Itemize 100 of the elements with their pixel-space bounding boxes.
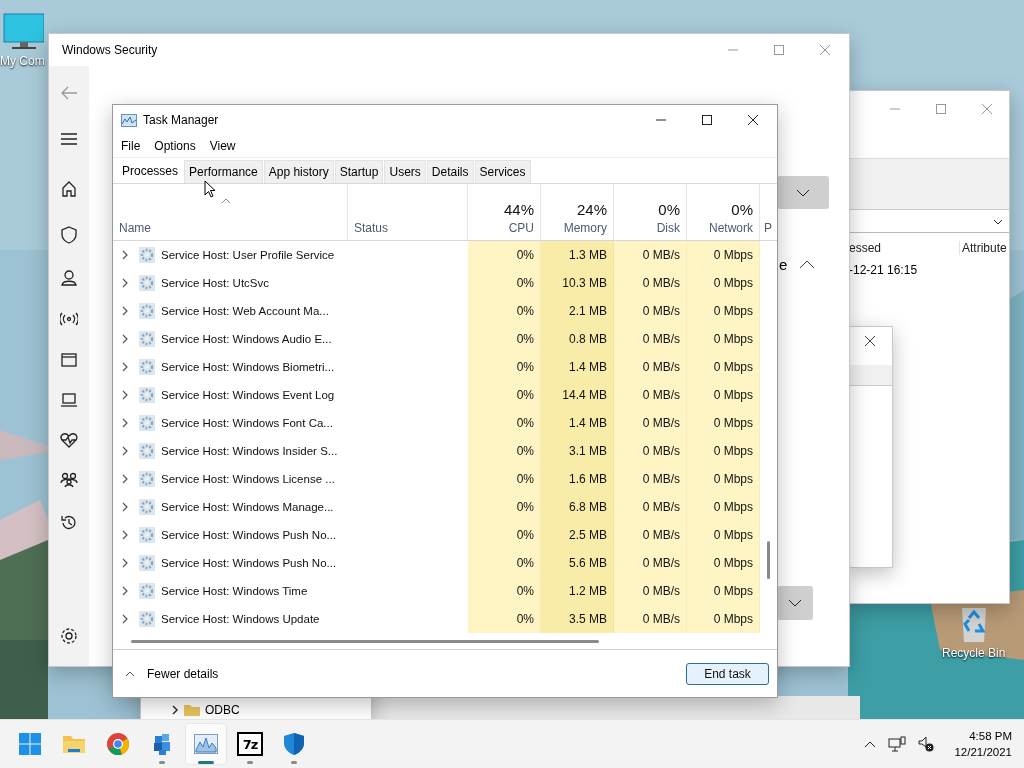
table-cell: 0 Mbps xyxy=(687,241,760,269)
table-cell: 0% xyxy=(468,549,541,577)
back-arrow-icon[interactable] xyxy=(60,85,78,101)
process-row[interactable]: Service Host: User Profile Service 0% 1.3 MB 0 MB/s 0 Mbps xyxy=(113,241,760,269)
chevron-icon[interactable] xyxy=(121,418,129,428)
laptop-icon[interactable] xyxy=(60,393,78,407)
process-row[interactable]: Service Host: Web Account Ma... 0% 2.1 MB 0 MB/s 0 Mbps xyxy=(113,297,760,325)
process-row[interactable]: Service Host: Windows Push No... 0% 5.6 MB 0 MB/s 0 Mbps xyxy=(113,549,760,577)
table-cell: 0 MB/s xyxy=(614,409,687,437)
column-header[interactable]: Name xyxy=(119,221,151,235)
chevron-icon[interactable] xyxy=(121,306,129,316)
chevron-up-icon xyxy=(125,670,135,677)
clock[interactable]: 4:58 PM 12/21/2021 xyxy=(954,728,1012,760)
table-cell: 0 Mbps xyxy=(687,577,760,605)
chevron-icon[interactable] xyxy=(121,250,129,260)
maximize-icon[interactable] xyxy=(701,114,713,126)
process-row[interactable]: Service Host: Windows Font Ca... 0% 1.4 MB 0 MB/s 0 Mbps xyxy=(113,409,760,437)
chevron-icon[interactable] xyxy=(121,502,129,512)
chevron-icon[interactable] xyxy=(171,705,179,715)
table-cell: 0 Mbps xyxy=(687,437,760,465)
process-name: Service Host: UtcSvc xyxy=(161,277,269,289)
chevron-up-icon[interactable] xyxy=(799,260,816,269)
cubes-icon xyxy=(151,732,173,756)
volume-muted-icon[interactable] xyxy=(918,736,935,752)
computer-icon[interactable] xyxy=(0,12,45,52)
taskbar-app[interactable] xyxy=(186,724,226,764)
antenna-icon[interactable] xyxy=(60,312,78,326)
process-row[interactable]: Service Host: Windows Update 0% 3.5 MB 0 MB/s 0 Mbps xyxy=(113,605,760,633)
chevron-icon[interactable] xyxy=(121,558,129,568)
table-cell: 0 MB/s xyxy=(614,381,687,409)
process-row[interactable]: Service Host: Windows Manage... 0% 6.8 MB 0 MB/s 0 Mbps xyxy=(113,493,760,521)
table-cell: 0 MB/s xyxy=(614,549,687,577)
close-icon[interactable] xyxy=(747,114,759,126)
scrollbar-thumb[interactable] xyxy=(767,541,770,579)
chevron-icon[interactable] xyxy=(121,530,129,540)
process-row[interactable]: Service Host: Windows License ... 0% 1.6 MB 0 MB/s 0 Mbps xyxy=(113,465,760,493)
settings-icon[interactable] xyxy=(60,627,78,645)
desktop-icon-label: My Com xyxy=(0,54,45,68)
column-header[interactable]: Status xyxy=(354,221,389,235)
chevron-icon[interactable] xyxy=(121,474,129,484)
chevron-up-icon[interactable] xyxy=(864,740,877,748)
process-row[interactable]: Service Host: UtcSvc 0% 10.3 MB 0 MB/s 0 Mbps xyxy=(113,269,760,297)
gear-icon xyxy=(139,611,155,627)
home-icon[interactable] xyxy=(61,181,77,197)
process-row[interactable]: Service Host: Windows Audio E... 0% 0.8 MB 0 MB/s 0 Mbps xyxy=(113,325,760,353)
person-icon[interactable] xyxy=(61,270,77,286)
end-task-button[interactable]: End task xyxy=(686,662,769,685)
tab[interactable]: Startup xyxy=(334,160,384,183)
process-row[interactable]: Service Host: Windows Event Log 0% 14.4 MB 0 MB/s 0 Mbps xyxy=(113,381,760,409)
tab[interactable]: Details xyxy=(426,160,474,183)
tab[interactable]: Services xyxy=(474,160,531,183)
fewer-details-toggle[interactable]: Fewer details xyxy=(125,666,219,681)
menu-item[interactable]: File xyxy=(121,139,141,153)
close-icon[interactable] xyxy=(864,335,876,347)
menu-icon[interactable] xyxy=(61,133,77,145)
gear-icon xyxy=(139,555,155,571)
table-cell-text: -12-21 16:15 xyxy=(849,263,919,277)
tab[interactable]: App history xyxy=(263,160,334,183)
family-icon[interactable] xyxy=(60,472,78,488)
chevron-down-icon xyxy=(796,188,810,197)
column-header[interactable]: Memory xyxy=(563,221,607,235)
process-row[interactable]: Service Host: Windows Time 0% 1.2 MB 0 MB/s 0 Mbps xyxy=(113,577,760,605)
chevron-icon[interactable] xyxy=(121,334,129,344)
chevron-icon[interactable] xyxy=(121,446,129,456)
network-icon[interactable] xyxy=(888,736,907,752)
process-row[interactable]: Service Host: Windows Insider S... 0% 3.1 MB 0 MB/s 0 Mbps xyxy=(113,437,760,465)
chevron-icon[interactable] xyxy=(121,362,129,372)
chevron-icon[interactable] xyxy=(121,390,129,400)
column-header[interactable]: Network xyxy=(709,221,753,235)
browser-window-icon[interactable] xyxy=(61,353,77,367)
taskbar-app[interactable]: 7z xyxy=(230,724,270,764)
table-cell: 10.3 MB xyxy=(541,269,614,297)
table-cell: 0% xyxy=(468,241,541,269)
process-row[interactable]: Service Host: Windows Biometri... 0% 1.4 MB 0 MB/s 0 Mbps xyxy=(113,353,760,381)
column-header[interactable]: CPU xyxy=(508,221,534,235)
process-name: Service Host: Windows Audio E... xyxy=(161,333,332,345)
column-header[interactable]: Disk xyxy=(656,221,680,235)
tab[interactable]: Performance xyxy=(184,160,263,183)
heart-pulse-icon[interactable] xyxy=(60,432,78,448)
column-header[interactable]: P xyxy=(764,221,772,235)
table-cell: 1.6 MB xyxy=(541,465,614,493)
column-header[interactable]: essed xyxy=(849,241,959,255)
gear-icon xyxy=(139,331,155,347)
shield-icon[interactable] xyxy=(61,226,77,244)
chevron-down-icon xyxy=(788,599,802,607)
chevron-icon[interactable] xyxy=(121,278,129,288)
table-cell: 0% xyxy=(468,577,541,605)
column-header[interactable]: Attribute xyxy=(959,241,1009,255)
gear-icon xyxy=(139,527,155,543)
chevron-icon[interactable] xyxy=(121,614,129,624)
window-title: Windows Security xyxy=(62,43,158,57)
menu-item[interactable]: View xyxy=(209,139,236,153)
chevron-icon[interactable] xyxy=(121,586,129,596)
tab[interactable]: Users xyxy=(384,160,426,183)
process-name: Service Host: Windows Push No... xyxy=(161,529,337,541)
history-icon[interactable] xyxy=(60,514,78,532)
scrollbar-thumb[interactable] xyxy=(131,640,599,643)
process-row[interactable]: Service Host: Windows Push No... 0% 2.5 MB 0 MB/s 0 Mbps xyxy=(113,521,760,549)
menu-item[interactable]: Options xyxy=(154,139,196,153)
tree-item[interactable]: ODBC xyxy=(205,703,240,717)
